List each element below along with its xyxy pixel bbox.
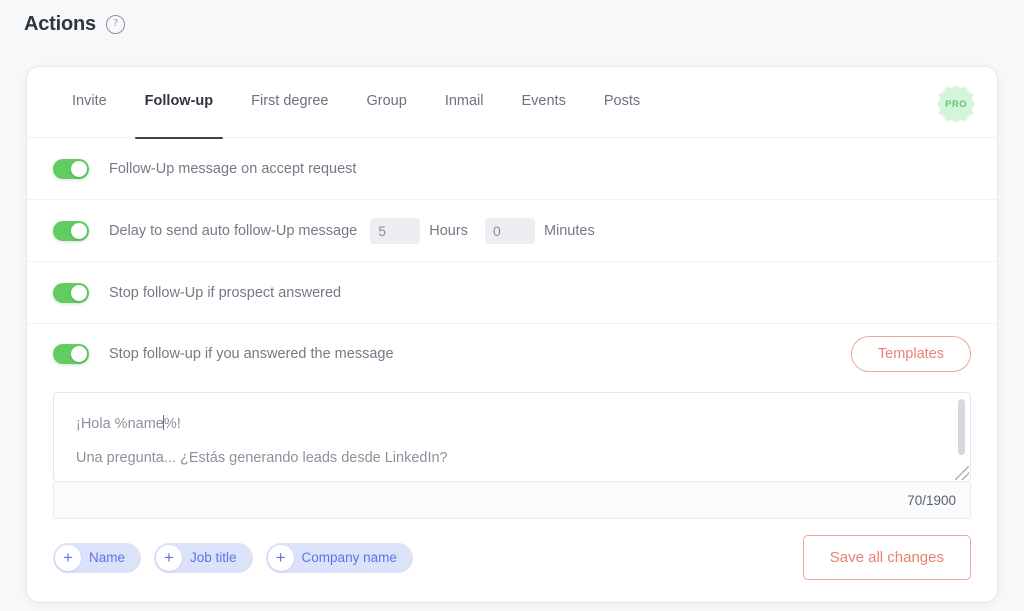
option-label: Stop follow-Up if prospect answered — [109, 284, 342, 301]
plus-icon: + — [55, 544, 81, 571]
tab-inmail[interactable]: Inmail — [426, 67, 503, 138]
variable-chip-list: + Name + Job title + Company name — [53, 542, 413, 573]
toggle-followup-on-accept[interactable] — [53, 158, 89, 179]
hours-unit-label: Hours — [429, 222, 468, 239]
plus-icon: + — [156, 544, 183, 571]
toggle-delay[interactable] — [53, 220, 89, 241]
toggle-knob — [71, 346, 87, 362]
message-line-1-before-caret: ¡Hola %name — [76, 416, 164, 432]
tab-invite[interactable]: Invite — [53, 67, 126, 138]
toggle-knob — [71, 222, 87, 239]
message-editor: ¡Hola %name%! Una pregunta... ¿Estás gen… — [27, 384, 997, 519]
tab-events[interactable]: Events — [503, 67, 585, 138]
character-counter-bar: 70/1900 — [53, 482, 971, 519]
templates-button[interactable]: Templates — [850, 336, 971, 372]
variable-chip-label: Company name — [301, 550, 397, 565]
toggle-knob — [71, 284, 87, 301]
plus-icon: + — [267, 544, 294, 571]
question-mark-circle-icon[interactable]: ? — [105, 14, 125, 34]
toggle-knob — [71, 160, 87, 177]
page-title: Actions — [24, 12, 96, 35]
variable-chip-label: Name — [89, 550, 126, 565]
textarea-scrollbar[interactable] — [958, 399, 965, 457]
option-label: Stop follow-up if you answered the messa… — [109, 346, 394, 362]
tab-bar: Invite Follow-up First degree Group Inma… — [27, 67, 997, 139]
variable-chip-name[interactable]: + Name — [53, 542, 142, 573]
variable-chip-job-title[interactable]: + Job title — [154, 542, 253, 573]
toggle-stop-if-prospect-answered[interactable] — [53, 282, 89, 303]
resize-handle-icon[interactable] — [955, 466, 969, 480]
pro-badge[interactable]: PRO — [937, 85, 975, 123]
option-label: Follow-Up message on accept request — [109, 160, 357, 177]
character-counter: 70/1900 — [907, 492, 956, 508]
editor-footer: + Name + Job title + Company name Save a… — [27, 519, 997, 602]
message-textarea[interactable]: ¡Hola %name%! Una pregunta... ¿Estás gen… — [53, 392, 971, 482]
option-label: Delay to send auto follow-Up message — [109, 222, 358, 239]
save-all-changes-button[interactable]: Save all changes — [802, 535, 971, 580]
tab-follow-up[interactable]: Follow-up — [126, 67, 232, 139]
minutes-input[interactable] — [484, 217, 535, 244]
tab-posts[interactable]: Posts — [585, 67, 659, 138]
tab-first-degree[interactable]: First degree — [232, 67, 347, 138]
message-line-1-after-caret: %! — [163, 416, 181, 432]
message-line-2: Una pregunta... ¿Estás generando leads d… — [76, 450, 448, 466]
actions-card: Invite Follow-up First degree Group Inma… — [27, 67, 997, 602]
option-row-followup-on-accept: Follow-Up message on accept request — [27, 138, 997, 200]
variable-chip-company-name[interactable]: + Company name — [265, 542, 413, 573]
option-row-stop-if-prospect-answered: Stop follow-Up if prospect answered — [27, 262, 997, 324]
tab-group[interactable]: Group — [348, 67, 426, 138]
scrollbar-thumb[interactable] — [958, 399, 965, 455]
page-header: Actions ? — [0, 0, 1024, 36]
minutes-unit-label: Minutes — [543, 222, 595, 239]
toggle-stop-if-you-answered[interactable] — [53, 344, 89, 364]
message-line-1: ¡Hola %name%! — [76, 407, 944, 441]
hours-input[interactable] — [370, 217, 421, 244]
option-row-stop-if-you-answered: Stop follow-up if you answered the messa… — [27, 324, 997, 384]
option-row-delay: Delay to send auto follow-Up message Hou… — [27, 200, 997, 262]
variable-chip-label: Job title — [190, 550, 237, 565]
